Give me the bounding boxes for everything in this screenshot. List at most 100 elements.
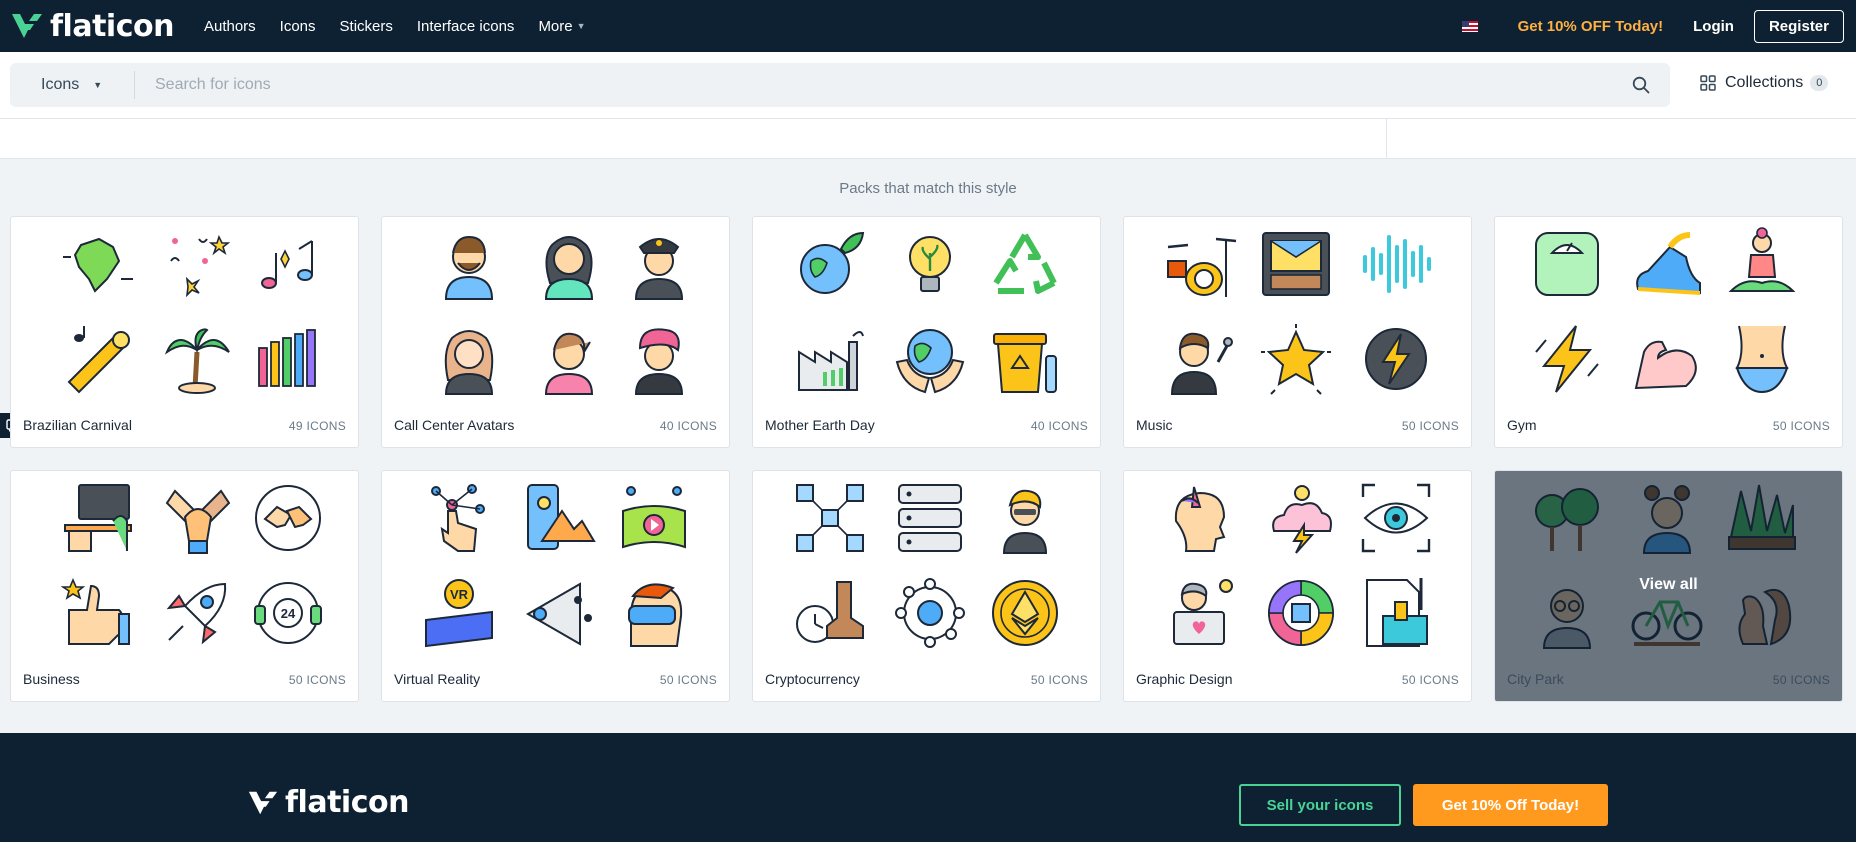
us-flag-icon[interactable]: [1461, 20, 1478, 32]
pack-card-mother-earth-day[interactable]: Mother Earth Day 40 ICONS: [752, 216, 1101, 448]
pack-card-gym[interactable]: Gym 50 ICONS: [1494, 216, 1843, 448]
crypto-trader-icon: [1002, 489, 1048, 554]
pack-card-graphic-design[interactable]: Graphic Design 50 ICONS: [1123, 470, 1472, 702]
pack-count: 50 ICONS: [659, 673, 717, 687]
main-nav: Authors Icons Stickers Interface icons M…: [204, 18, 610, 35]
thumbs-up-icon: [61, 577, 130, 645]
design-document-icon: [1366, 578, 1428, 647]
sell-icons-button[interactable]: Sell your icons: [1239, 784, 1401, 826]
pack-name: Brazilian Carnival: [23, 417, 132, 433]
pack-card-cryptocurrency[interactable]: Cryptocurrency 50 ICONS: [752, 470, 1101, 702]
earth-hands-icon: [895, 329, 965, 394]
grid-icon: [1700, 75, 1716, 91]
lightning-icon: [1535, 325, 1599, 393]
ar-phone-icon: [527, 484, 596, 550]
pack-icon-grid: [1495, 217, 1842, 412]
svg-text:VR: VR: [450, 587, 469, 602]
server-icon: [898, 484, 962, 552]
pack-name: Graphic Design: [1136, 671, 1233, 687]
vision-cone-icon: [525, 582, 592, 646]
collections-button[interactable]: Collections 0: [1700, 74, 1829, 92]
divider: [0, 118, 1856, 119]
vr-headset-icon: VR: [425, 579, 493, 648]
pack-name: City Park: [1507, 671, 1564, 687]
pack-icon-grid: [1124, 471, 1471, 666]
flaticon-logo-icon: [12, 14, 42, 38]
pack-name: Gym: [1507, 417, 1537, 433]
svg-text:24: 24: [281, 606, 296, 621]
weight-scale-icon: [1535, 232, 1599, 296]
eye-focus-icon: [1361, 483, 1431, 553]
collections-count-badge: 0: [1810, 75, 1829, 91]
search-input[interactable]: [153, 75, 1597, 95]
singer-icon: [1170, 332, 1233, 395]
nav-interface-icons[interactable]: Interface icons: [417, 18, 515, 35]
rocket-icon: [166, 582, 227, 645]
lightning-disc-icon: [1365, 328, 1427, 390]
pack-card-call-center-avatars[interactable]: Call Center Avatars 40 ICONS: [381, 216, 730, 448]
get-discount-button[interactable]: Get 10% Off Today!: [1413, 784, 1608, 826]
nav-more[interactable]: More ▼: [538, 18, 585, 35]
xylophone-icon: [258, 329, 316, 387]
nav-icons[interactable]: Icons: [280, 18, 316, 35]
male-agent-avatar-icon: [444, 235, 494, 300]
pack-icon-grid: 24: [11, 471, 358, 666]
running-shoe-icon: [1636, 232, 1701, 295]
female-agent-avatar-icon: [444, 330, 494, 395]
content-strip: [0, 118, 1856, 159]
pack-name: Business: [23, 671, 80, 687]
chevron-down-icon: ▼: [93, 80, 103, 90]
drum-kit-icon: [1167, 237, 1237, 297]
login-link[interactable]: Login: [1693, 18, 1734, 35]
pack-icon-grid: [11, 217, 358, 412]
ethereum-coin-icon: [992, 580, 1058, 646]
pack-count: 40 ICONS: [659, 419, 717, 433]
sound-wave-icon: [1363, 235, 1431, 293]
register-button[interactable]: Register: [1753, 9, 1844, 43]
view-all-link[interactable]: View all: [1495, 576, 1842, 594]
resource-type-select[interactable]: Icons ▼: [10, 71, 135, 99]
pack-card-city-park[interactable]: View all City Park 50 ICONS: [1494, 470, 1843, 702]
divider: [1386, 118, 1387, 158]
recycle-icon: [993, 233, 1057, 294]
design-tools-cloud-icon: [1272, 485, 1332, 554]
trumpet-icon: [67, 326, 130, 394]
factory-icon: [798, 331, 864, 391]
footer-flaticon-logo[interactable]: flaticon: [247, 785, 409, 820]
pack-count: 50 ICONS: [1030, 673, 1088, 687]
pack-icon-grid: VR: [382, 471, 729, 666]
nav-stickers[interactable]: Stickers: [340, 18, 393, 35]
search-box: Icons ▼: [10, 63, 1670, 107]
pack-count: 40 ICONS: [1030, 419, 1088, 433]
female-agent-avatar-icon: [544, 236, 594, 300]
music-notes-icon: [261, 240, 313, 289]
pack-card-music[interactable]: Music 50 ICONS: [1123, 216, 1472, 448]
color-wheel-icon: [1268, 580, 1334, 646]
vr-user-icon: [628, 583, 683, 647]
pack-card-brazilian-carnival[interactable]: Brazilian Carnival 49 ICONS: [10, 216, 359, 448]
pack-icon-grid: [753, 471, 1100, 666]
top-navbar: flaticon Authors Icons Stickers Interfac…: [0, 0, 1856, 52]
search-icon[interactable]: [1630, 74, 1652, 96]
waist-icon: [1735, 325, 1789, 394]
pack-count: 50 ICONS: [1772, 673, 1830, 687]
pack-card-business[interactable]: 24 Business 50 ICONS: [10, 470, 359, 702]
brand-name: flaticon: [50, 8, 174, 44]
bicep-icon: [1634, 340, 1697, 390]
pack-icon-grid: [753, 217, 1100, 412]
pack-count: 49 ICONS: [288, 419, 346, 433]
flaticon-logo[interactable]: flaticon: [10, 9, 174, 44]
star-icon: [1261, 324, 1331, 395]
pack-name: Music: [1136, 417, 1173, 433]
nav-authors[interactable]: Authors: [204, 18, 256, 35]
pack-count: 50 ICONS: [288, 673, 346, 687]
vr-screen-icon: [622, 486, 686, 549]
pack-name: Call Center Avatars: [394, 417, 515, 433]
flaticon-logo-icon: [248, 791, 278, 814]
promo-link[interactable]: Get 10% OFF Today!: [1518, 18, 1664, 35]
pack-card-virtual-reality[interactable]: VR Virtual Reality 50 ICONS: [381, 470, 730, 702]
recycle-bin-icon: [993, 333, 1057, 393]
touch-network-icon: [431, 484, 485, 552]
resource-type-value: Icons: [41, 76, 80, 93]
female-agent-avatar-icon: [544, 332, 594, 395]
